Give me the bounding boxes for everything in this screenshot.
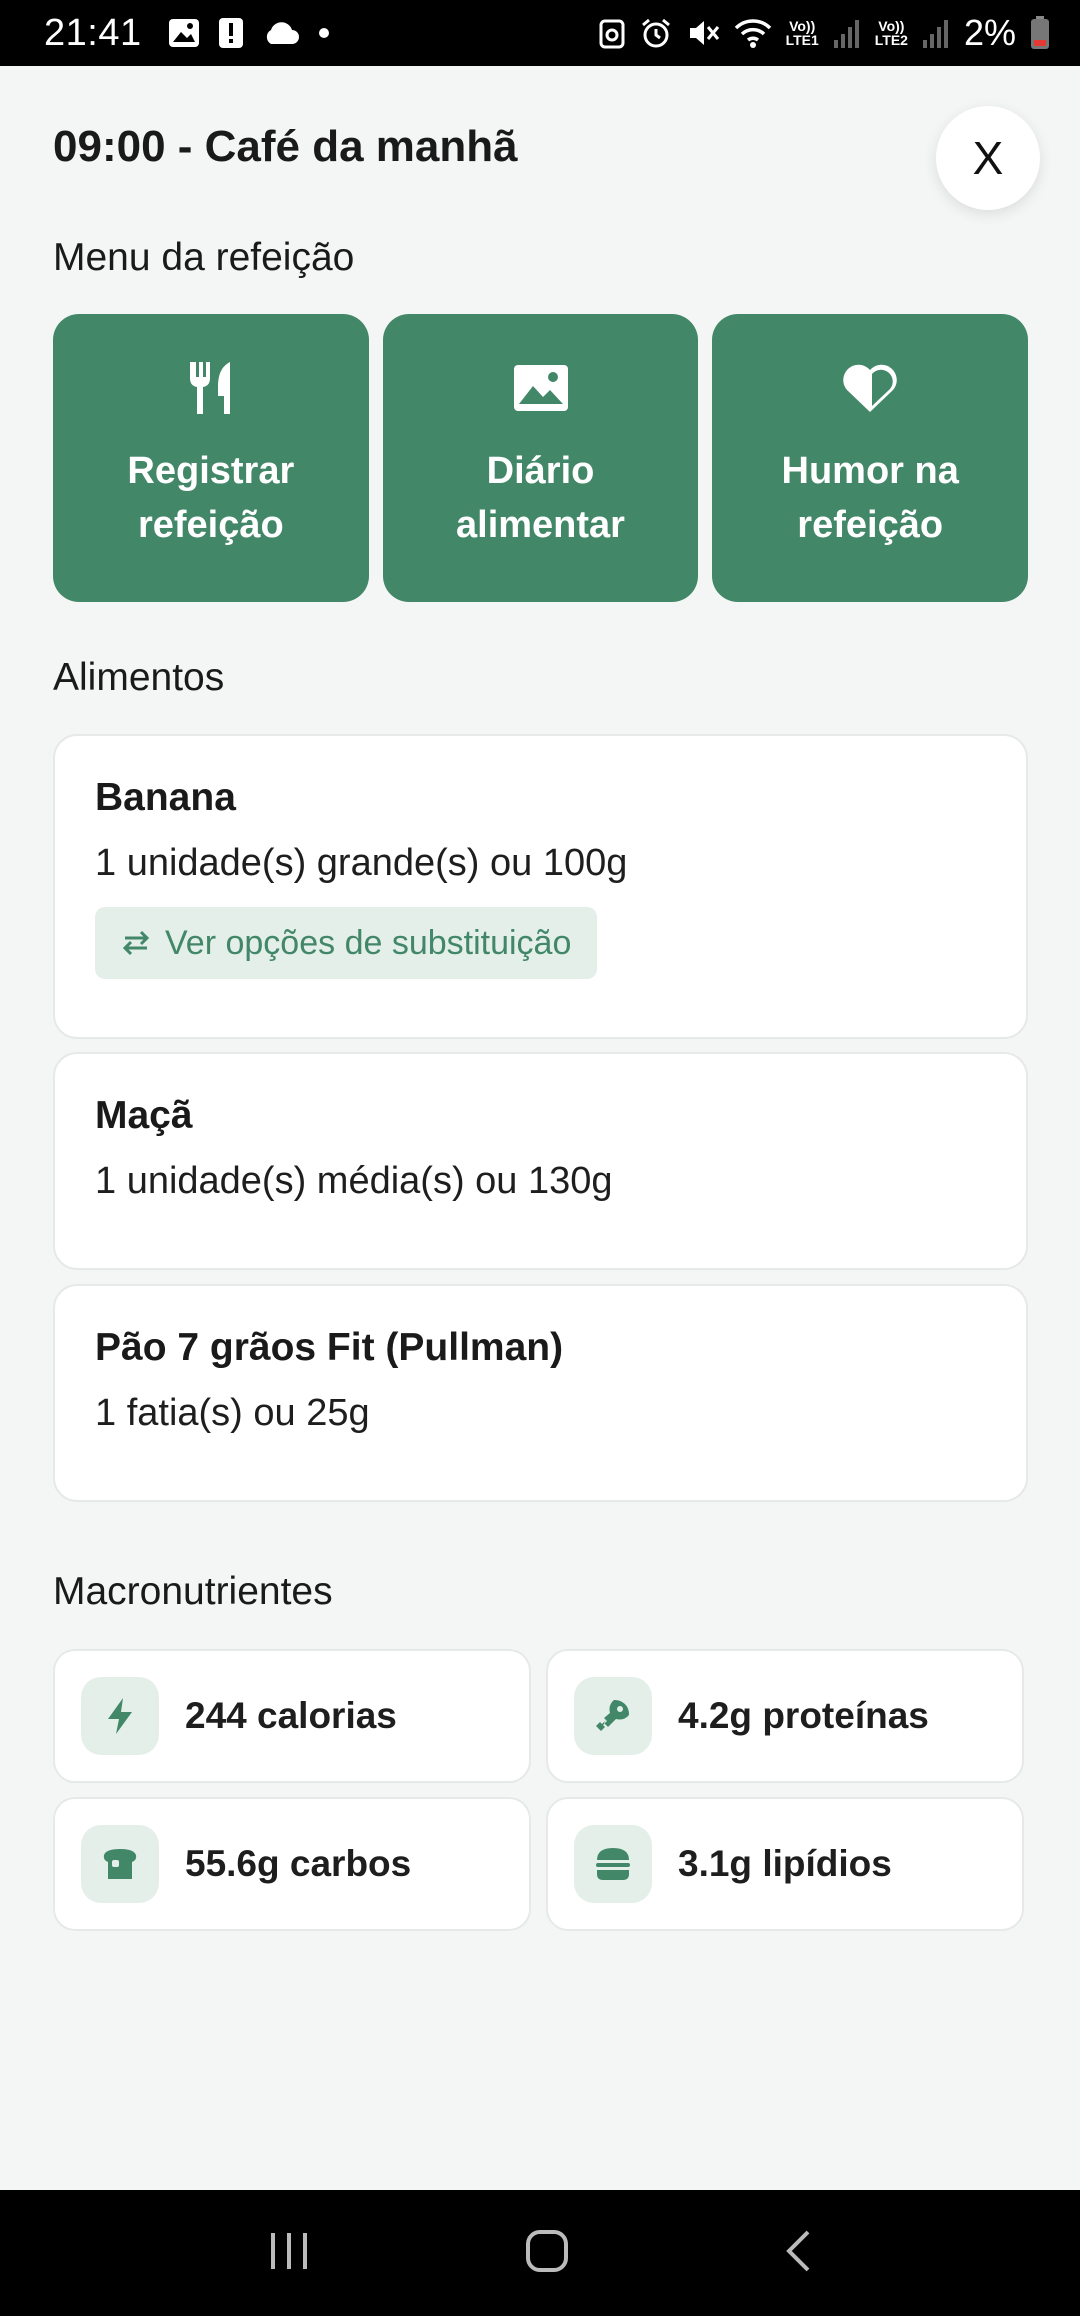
bolt-icon	[81, 1677, 159, 1755]
battery-icon	[1031, 16, 1049, 49]
food-item-bread: Pão 7 grãos Fit (Pullman) 1 fatia(s) ou …	[53, 1284, 1028, 1502]
food-name: Banana	[95, 776, 236, 819]
signal-2-icon	[922, 20, 948, 48]
alert-icon	[218, 18, 243, 48]
food-quantity: 1 unidade(s) grande(s) ou 100g	[95, 842, 628, 884]
menu-item-label: Humor na refeição	[781, 450, 959, 546]
close-label: X	[972, 132, 1004, 184]
drumstick-icon	[574, 1677, 652, 1755]
swap-icon	[122, 930, 150, 956]
cloud-icon	[266, 22, 299, 44]
substitution-label: Ver opções de substituição	[165, 923, 572, 962]
battery-percent: 2%	[963, 12, 1016, 53]
back-button[interactable]	[783, 2229, 813, 2278]
recent-apps-button[interactable]	[267, 2231, 311, 2276]
meal-mood-button[interactable]: Humor na refeição	[712, 314, 1029, 602]
food-item-banana: Banana 1 unidade(s) grande(s) ou 100g Ve…	[53, 734, 1028, 1039]
food-name: Maçã	[95, 1094, 193, 1137]
network-1-label: Vo)) LTE1	[785, 18, 819, 48]
menu-section-title: Menu da refeição	[53, 236, 355, 279]
close-button[interactable]: X	[936, 106, 1040, 210]
register-meal-button[interactable]: Registrar refeição	[53, 314, 369, 602]
macros-section-title: Macronutrientes	[53, 1570, 333, 1613]
menu-item-label: Diário alimentar	[456, 450, 625, 546]
bread-icon	[81, 1825, 159, 1903]
food-diary-button[interactable]: Diário alimentar	[382, 314, 699, 602]
back-icon	[786, 2230, 810, 2271]
substitution-options-button[interactable]: Ver opções de substituição	[95, 907, 598, 979]
macro-label: 244 calorias	[185, 1695, 397, 1736]
system-nav-bar	[0, 2190, 1080, 2316]
macro-label: 3.1g lipídios	[678, 1843, 892, 1884]
macro-calories: 244 calorias	[53, 1649, 531, 1783]
gallery-icon	[168, 19, 199, 47]
recycle-icon	[599, 19, 625, 49]
macro-carbs: 55.6g carbos	[53, 1797, 531, 1931]
macro-label: 4.2g proteínas	[678, 1695, 929, 1736]
foods-section-title: Alimentos	[53, 656, 225, 699]
burger-icon	[574, 1825, 652, 1903]
heart-icon	[840, 358, 900, 418]
macro-lipids: 3.1g lipídios	[546, 1797, 1024, 1931]
wifi-icon	[734, 19, 771, 48]
meal-detail-sheet: 09:00 - Café da manhã X Menu da refeição…	[0, 66, 1080, 2190]
food-quantity: 1 unidade(s) média(s) ou 130g	[95, 1160, 613, 1202]
status-bar: 21:41 Vo)) LTE1 Vo)) LTE2 2%	[0, 0, 1080, 66]
macro-proteins: 4.2g proteínas	[546, 1649, 1024, 1783]
food-item-apple: Maçã 1 unidade(s) média(s) ou 130g	[53, 1052, 1028, 1270]
image-icon	[511, 358, 571, 418]
food-name: Pão 7 grãos Fit (Pullman)	[95, 1326, 564, 1369]
signal-1-icon	[833, 20, 859, 48]
dot-icon	[318, 28, 329, 38]
alarm-icon	[641, 18, 670, 48]
recent-apps-icon	[271, 2232, 307, 2269]
home-icon	[526, 2229, 568, 2272]
network-2-label: Vo)) LTE2	[874, 18, 908, 48]
meal-menu: Registrar refeição Diário alimentar Humo…	[53, 314, 1029, 602]
home-button[interactable]	[525, 2229, 569, 2278]
status-time: 21:41	[44, 11, 142, 54]
macro-label: 55.6g carbos	[185, 1843, 412, 1884]
page-title: 09:00 - Café da manhã	[53, 122, 518, 171]
food-quantity: 1 fatia(s) ou 25g	[95, 1392, 370, 1434]
mute-icon	[689, 21, 719, 45]
fork-knife-icon	[181, 358, 241, 418]
menu-item-label: Registrar refeição	[127, 450, 295, 546]
